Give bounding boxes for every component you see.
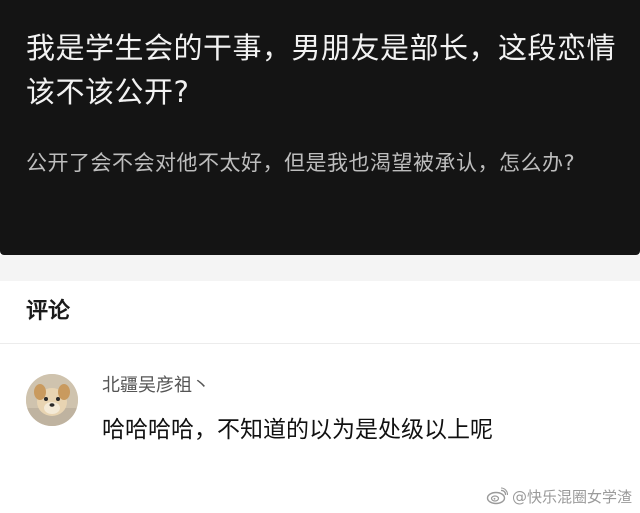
question-description: 公开了会不会对他不太好，但是我也渴望被承认，怎么办? (26, 151, 576, 175)
section-gap (0, 255, 640, 281)
watermark: @快乐混圈女学渣 (486, 485, 632, 507)
avatar[interactable] (26, 374, 78, 426)
dog-avatar-icon (26, 374, 78, 426)
question-title: 我是学生会的干事，男朋友是部长，这段恋情该不该公开? (26, 31, 617, 109)
weibo-icon (486, 487, 508, 505)
comments-header: 评论 (26, 299, 71, 324)
watermark-text: @快乐混圈女学渣 (511, 487, 632, 506)
comment-text: 哈哈哈哈，不知道的以为是处级以上呢 (102, 417, 493, 443)
comment-username[interactable]: 北疆吴彦祖丶 (102, 373, 210, 399)
question-card: 我是学生会的干事，男朋友是部长，这段恋情该不该公开? 公开了会不会对他不太好，但… (0, 0, 640, 255)
divider (0, 343, 640, 344)
